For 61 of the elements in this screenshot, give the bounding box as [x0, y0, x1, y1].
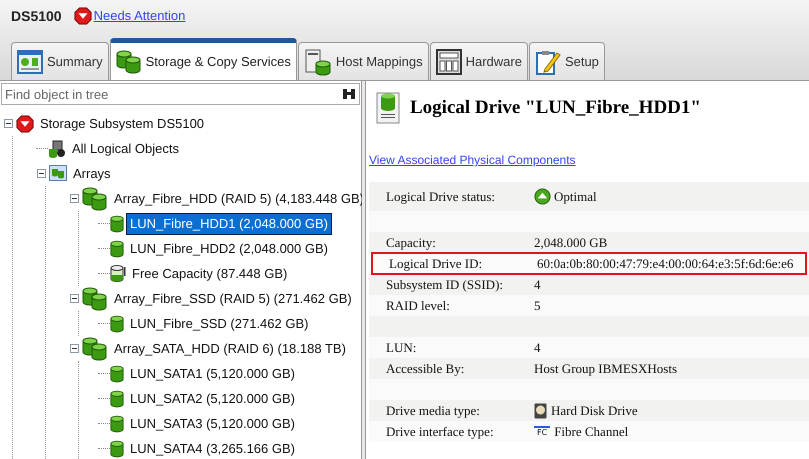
tree-item[interactable]: LUN_SATA4 (3,265.166 GB) — [126, 438, 299, 459]
alert-icon — [16, 114, 34, 132]
server-disk-icon — [304, 48, 332, 76]
tree-item[interactable]: LUN_SATA1 (5,120.000 GB) — [126, 362, 299, 384]
arrays-icon — [49, 164, 67, 182]
alert-icon — [74, 7, 92, 25]
property-value: Optimal — [554, 188, 597, 206]
dashboard-icon — [17, 48, 43, 74]
drive-title: Logical Drive "LUN_Fibre_HDD1" — [410, 96, 701, 120]
property-value: 4 — [534, 276, 540, 294]
property-label: Logical Drive ID: — [389, 254, 484, 273]
tree-item[interactable]: LUN_Fibre_SSD (271.462 GB) — [126, 312, 312, 334]
tree-item[interactable]: LUN_Fibre_HDD2 (2,048.000 GB) — [126, 238, 332, 260]
tree-item[interactable]: Free Capacity (87.448 GB) — [128, 262, 292, 284]
property-value: Hard Disk Drive — [551, 402, 638, 420]
tab[interactable]: Hardware — [430, 42, 528, 80]
array-icon — [82, 286, 108, 310]
database-icon — [116, 50, 142, 74]
subsystem-title: DS5100 — [11, 6, 62, 26]
tree-item[interactable]: LUN_SATA3 (5,120.000 GB) — [126, 412, 299, 434]
needs-attention-link[interactable]: Needs Attention — [94, 6, 186, 26]
property-label: Accessible By: — [386, 360, 466, 378]
tab[interactable]: Host Mappings — [298, 42, 429, 80]
property-label: Subsystem ID (SSID): — [386, 276, 504, 294]
property-label: Drive media type: — [386, 402, 481, 420]
tab[interactable]: Setup — [528, 42, 605, 80]
tree-item[interactable]: Array_Fibre_SSD (RAID 5) (271.462 GB) — [110, 288, 356, 310]
tree-item[interactable]: Arrays — [69, 162, 115, 184]
search-field[interactable]: Find object in tree — [1, 83, 360, 105]
property-value: 4 — [534, 338, 540, 357]
collapse-toggle[interactable] — [37, 169, 46, 178]
property-label: LUN: — [386, 338, 418, 357]
tree-item[interactable]: LUN_SATA2 (5,120.000 GB) — [126, 388, 299, 410]
collapse-toggle[interactable] — [4, 119, 13, 128]
objects-icon — [48, 140, 66, 158]
property-label: Capacity: — [386, 234, 437, 252]
property-value: 5 — [534, 296, 540, 315]
property-value: 2,048.000 GB — [534, 234, 608, 252]
tree-item[interactable]: Array_SATA_HDD (RAID 6) (18.188 TB) — [110, 338, 350, 360]
tree-item[interactable]: Storage Subsystem DS5100 — [36, 112, 208, 134]
property-value: Host Group IBMESXHosts — [534, 360, 678, 378]
optimal-status-icon — [534, 188, 551, 205]
property-value: Fibre Channel — [554, 422, 628, 441]
property-label: RAID level: — [386, 296, 451, 315]
enclosure-icon — [436, 48, 462, 74]
collapse-toggle[interactable] — [70, 194, 79, 203]
collapse-toggle[interactable] — [70, 294, 79, 303]
property-value: 60:0a:0b:80:00:47:79:e4:00:00:64:e3:5f:6d:6e:e6 — [537, 254, 794, 273]
fc-label: FC — [534, 426, 550, 437]
array-icon — [82, 186, 108, 210]
tab[interactable]: Summary — [11, 42, 109, 80]
associated-components-link[interactable]: View Associated Physical Components — [369, 153, 809, 167]
tab[interactable]: Storage & Copy Services — [110, 38, 297, 80]
drive-document-icon — [376, 92, 400, 124]
property-label: Drive interface type: — [386, 422, 495, 441]
collapse-toggle[interactable] — [70, 344, 79, 353]
clipboard-pencil-icon — [534, 48, 561, 74]
tree-item[interactable]: LUN_Fibre_HDD1 (2,048.000 GB) — [126, 212, 332, 234]
array-icon — [82, 336, 108, 360]
tree-item[interactable]: All Logical Objects — [68, 138, 183, 160]
property-label: Logical Drive status: — [386, 188, 496, 206]
